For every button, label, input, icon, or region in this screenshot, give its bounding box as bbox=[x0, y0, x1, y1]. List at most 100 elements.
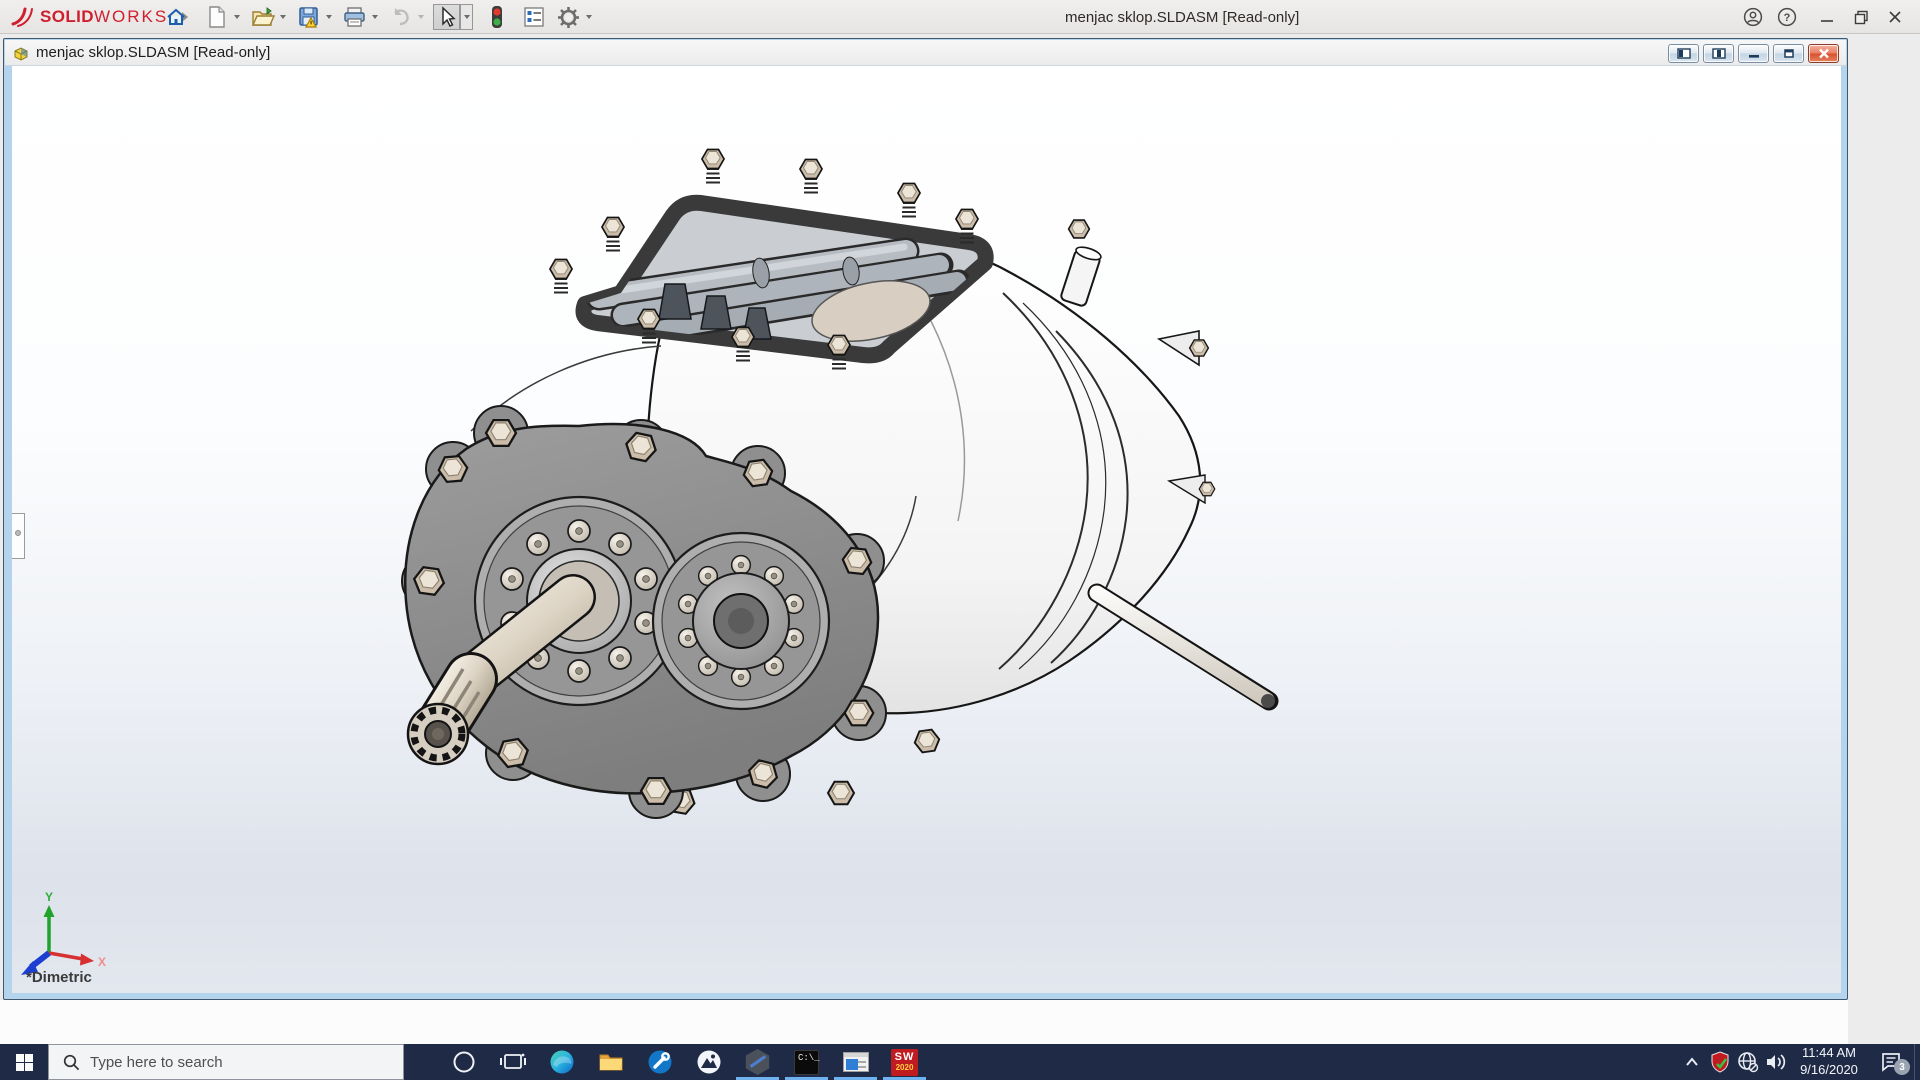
close-icon bbox=[1889, 11, 1901, 23]
document-titlebar[interactable]: menjac sklop.SLDASM [Read-only] bbox=[5, 40, 1846, 66]
taskbar-item-hexagon-app[interactable] bbox=[733, 1044, 782, 1080]
assembly-document-icon bbox=[14, 46, 28, 61]
rebuild-traffic-light-icon bbox=[491, 6, 502, 28]
solidworks-icon: SW 2020 bbox=[891, 1048, 918, 1076]
home-button[interactable] bbox=[162, 4, 189, 30]
app-window-controls: ? bbox=[1736, 0, 1912, 34]
taskbar-item-edge[interactable] bbox=[537, 1044, 586, 1080]
undo-icon bbox=[393, 8, 409, 26]
close-icon bbox=[1818, 48, 1829, 59]
solidworks-wordmark: SOLIDWORKS bbox=[40, 7, 168, 27]
app-title: menjac sklop.SLDASM [Read-only] bbox=[1065, 9, 1300, 26]
clock-time: 11:44 AM bbox=[1802, 1045, 1856, 1061]
solidworks-logo-icon bbox=[11, 7, 33, 27]
maximize-icon bbox=[1854, 10, 1868, 24]
task-pane-button[interactable] bbox=[520, 4, 547, 30]
taskbar-item-command-prompt[interactable]: C:\_ bbox=[782, 1044, 831, 1080]
save-button[interactable] bbox=[295, 4, 322, 30]
hexagon-app-icon bbox=[745, 1049, 770, 1075]
graphics-viewport[interactable]: Y X *Dimetric bbox=[12, 66, 1841, 993]
open-button[interactable] bbox=[249, 4, 276, 30]
task-view-icon bbox=[499, 1053, 526, 1069]
tray-solidworks-shield[interactable] bbox=[1706, 1044, 1734, 1080]
windows-start-icon bbox=[15, 1053, 33, 1071]
new-document-button[interactable] bbox=[203, 4, 230, 30]
no-internet-icon bbox=[1738, 1052, 1759, 1073]
minimize-icon bbox=[1821, 20, 1833, 22]
start-button[interactable] bbox=[0, 1044, 48, 1080]
document-minimize-button[interactable] bbox=[1738, 44, 1769, 63]
save-icon bbox=[298, 7, 318, 28]
taskbar-item-panel-app[interactable] bbox=[831, 1044, 880, 1080]
command-prompt-icon: C:\_ bbox=[794, 1049, 820, 1075]
clock-date: 9/16/2020 bbox=[1800, 1062, 1858, 1077]
help-button[interactable]: ? bbox=[1770, 0, 1804, 34]
volume-icon bbox=[1767, 1054, 1786, 1070]
taskbar-item-photos[interactable] bbox=[684, 1044, 733, 1080]
document-window-controls bbox=[1668, 44, 1839, 63]
solidworks-shield-icon bbox=[1711, 1051, 1729, 1073]
search-input[interactable] bbox=[90, 1053, 340, 1071]
show-desktop-button[interactable] bbox=[1914, 1044, 1920, 1080]
settings-gear-icon bbox=[558, 6, 579, 28]
mdi-client-area: menjac sklop.SLDASM [Read-only] Y X *Dim… bbox=[0, 34, 1920, 1044]
panel-flyout-tab[interactable] bbox=[12, 513, 25, 559]
brand-light: WORKS bbox=[93, 7, 169, 26]
open-dropdown[interactable] bbox=[276, 4, 289, 30]
new-document-dropdown[interactable] bbox=[230, 4, 243, 30]
home-icon bbox=[166, 8, 185, 25]
panel-tab-grip bbox=[15, 530, 21, 536]
triad-y-label: Y bbox=[45, 890, 53, 904]
taskbar-item-cortana[interactable] bbox=[439, 1044, 488, 1080]
triad-x-label: X bbox=[98, 955, 106, 969]
new-document-icon bbox=[208, 6, 225, 28]
rebuild-button[interactable] bbox=[483, 4, 510, 30]
show-right-pane-icon bbox=[1711, 48, 1726, 59]
panel-app-icon bbox=[842, 1052, 869, 1072]
taskbar-item-tools[interactable] bbox=[635, 1044, 684, 1080]
tray-network[interactable] bbox=[1734, 1044, 1762, 1080]
taskbar-item-task-view[interactable] bbox=[488, 1044, 537, 1080]
minimize-icon bbox=[1748, 55, 1759, 58]
action-center-button[interactable]: 3 bbox=[1868, 1044, 1914, 1080]
taskbar-search[interactable] bbox=[48, 1044, 404, 1080]
tools-wrench-icon bbox=[648, 1050, 671, 1074]
close-button[interactable] bbox=[1878, 0, 1912, 34]
notification-badge: 3 bbox=[1894, 1059, 1910, 1075]
show-left-pane-button[interactable] bbox=[1668, 44, 1699, 63]
document-title: menjac sklop.SLDASM [Read-only] bbox=[36, 44, 271, 61]
save-dropdown[interactable] bbox=[322, 4, 335, 30]
svg-text:?: ? bbox=[1784, 12, 1791, 24]
show-left-pane-icon bbox=[1676, 48, 1691, 59]
print-button[interactable] bbox=[341, 4, 368, 30]
windows-taskbar: C:\_ SW 2020 bbox=[0, 1044, 1920, 1080]
tray-expand-icon bbox=[1686, 1057, 1698, 1066]
show-right-pane-button[interactable] bbox=[1703, 44, 1734, 63]
select-tool-dropdown[interactable] bbox=[460, 4, 473, 30]
undo-dropdown[interactable] bbox=[414, 4, 427, 30]
select-tool-button[interactable] bbox=[433, 4, 460, 30]
taskbar-item-file-explorer[interactable] bbox=[586, 1044, 635, 1080]
brand-bold: SOLID bbox=[40, 7, 94, 26]
minimize-button[interactable] bbox=[1810, 0, 1844, 34]
tray-volume[interactable] bbox=[1762, 1044, 1790, 1080]
orientation-triad: Y X bbox=[21, 890, 106, 975]
document-close-button[interactable] bbox=[1808, 44, 1839, 63]
taskbar-item-solidworks[interactable]: SW 2020 bbox=[880, 1044, 929, 1080]
document-restore-button[interactable] bbox=[1773, 44, 1804, 63]
taskbar-clock[interactable]: 11:44 AM 9/16/2020 bbox=[1790, 1045, 1868, 1079]
settings-button[interactable] bbox=[555, 4, 582, 30]
edge-icon bbox=[550, 1050, 573, 1074]
tray-expand-button[interactable] bbox=[1678, 1044, 1706, 1080]
undo-button[interactable] bbox=[387, 4, 414, 30]
system-tray: 11:44 AM 9/16/2020 3 bbox=[1678, 1044, 1920, 1080]
view-orientation-label: *Dimetric bbox=[26, 969, 92, 986]
settings-dropdown[interactable] bbox=[582, 4, 595, 30]
help-icon: ? bbox=[1777, 7, 1797, 27]
cortana-icon bbox=[453, 1051, 474, 1073]
print-dropdown[interactable] bbox=[368, 4, 381, 30]
maximize-button[interactable] bbox=[1844, 0, 1878, 34]
file-explorer-icon bbox=[599, 1054, 622, 1071]
account-button[interactable] bbox=[1736, 0, 1770, 34]
gearbox-model: Y X bbox=[21, 66, 1279, 975]
